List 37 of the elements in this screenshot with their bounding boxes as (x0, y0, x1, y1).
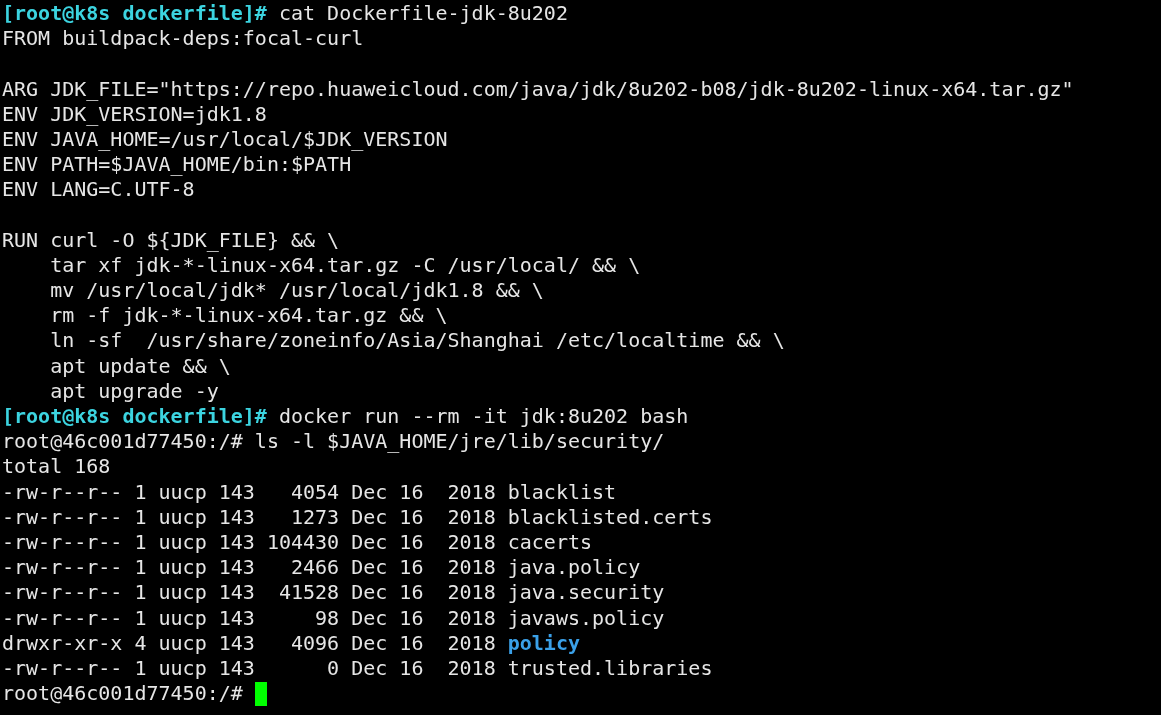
output-line: ARG JDK_FILE="https://repo.huaweicloud.com/java/jdk/8u202-b08/jdk-8u202-linux-x64.tar.gz" (2, 76, 1074, 102)
file-details: -rw-r--r-- 1 uucp 143 4054 Dec 16 2018 (2, 479, 496, 505)
file-name: blacklist (507, 479, 617, 505)
output-line: rm -f jdk-*-linux-x64.tar.gz && \ (49, 303, 448, 329)
file-name: blacklisted.certs (507, 504, 713, 530)
file-details: -rw-r--r-- 1 uucp 143 98 Dec 16 2018 (2, 605, 496, 631)
output-line: ENV PATH=$JAVA_HOME/bin:$PATH (2, 152, 352, 178)
file-name: java.security (507, 580, 665, 606)
file-details: -rw-r--r-- 1 uucp 143 0 Dec 16 2018 (2, 655, 496, 682)
command-text: ls -l $JAVA_HOME/jre/lib/security/ (254, 429, 665, 455)
output-line: tar xf jdk-*-linux-x64.tar.gz -C /usr/local/ && \ (49, 252, 641, 279)
output-line: ENV LANG=C.UTF-8 (2, 177, 195, 203)
output-line: mv /usr/local/jdk* /usr/local/jdk1.8 && \ (49, 278, 544, 304)
shell-prompt: root@46c001d77450:/# (2, 681, 243, 707)
output-line: FROM buildpack-deps:focal-curl (2, 26, 364, 52)
file-details: -rw-r--r-- 1 uucp 143 104430 Dec 16 2018 (2, 529, 496, 556)
file-details: -rw-r--r-- 1 uucp 143 2466 Dec 16 2018 (2, 555, 496, 581)
file-name: javaws.policy (507, 605, 665, 631)
file-name: java.policy (507, 555, 641, 581)
shell-prompt: [root@k8s dockerfile]# (2, 1, 267, 27)
file-details: drwxr-xr-x 4 uucp 143 4096 Dec 16 2018 (2, 630, 496, 656)
shell-prompt: root@46c001d77450:/# (2, 429, 243, 455)
file-name: cacerts (507, 529, 592, 556)
shell-prompt: [root@k8s dockerfile]# (2, 404, 267, 430)
output-line: RUN curl -O ${JDK_FILE} && \ (2, 227, 340, 253)
command-text: cat Dockerfile-jdk-8u202 (278, 1, 568, 27)
output-line: apt update && \ (49, 353, 231, 379)
output-line: ln -sf /usr/share/zoneinfo/Asia/Shanghai /etc/localtime && \ (49, 328, 785, 354)
file-name: trusted.libraries (507, 655, 713, 682)
output-line: total 168 (2, 454, 111, 480)
directory-name: policy (507, 630, 580, 656)
output-line: ENV JAVA_HOME=/usr/local/$JDK_VERSION (2, 126, 448, 153)
file-details: -rw-r--r-- 1 uucp 143 1273 Dec 16 2018 (2, 504, 496, 530)
output-line: apt upgrade -y (49, 378, 219, 404)
command-text: docker run --rm -it jdk:8u202 bash (278, 404, 689, 430)
output-line: ENV JDK_VERSION=jdk1.8 (2, 101, 267, 127)
file-details: -rw-r--r-- 1 uucp 143 41528 Dec 16 2018 (2, 580, 496, 606)
